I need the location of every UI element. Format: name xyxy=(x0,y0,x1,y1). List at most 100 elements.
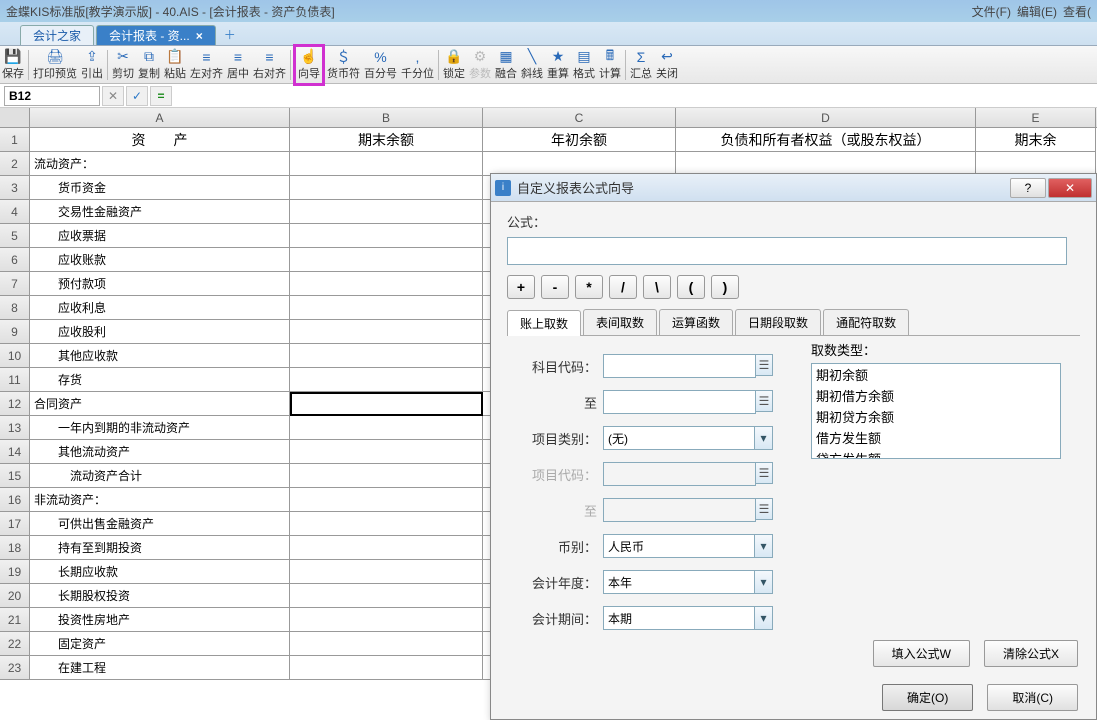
lock-button[interactable]: 🔒锁定 xyxy=(441,47,467,83)
menu-file[interactable]: 文件(F) xyxy=(972,3,1011,20)
cell[interactable]: 预付款项 xyxy=(30,272,290,296)
dialog-tab[interactable]: 表间取数 xyxy=(583,309,657,335)
menu-view[interactable]: 查看( xyxy=(1063,3,1091,20)
row-header[interactable]: 10 xyxy=(0,344,30,368)
operator-button[interactable]: \ xyxy=(643,275,671,299)
calc-button[interactable]: 🖩计算 xyxy=(597,47,623,83)
cell[interactable] xyxy=(290,248,483,272)
cancel-button[interactable]: 取消(C) xyxy=(987,684,1078,711)
cell[interactable] xyxy=(290,632,483,656)
row-header[interactable]: 7 xyxy=(0,272,30,296)
paste-button[interactable]: 📋粘贴 xyxy=(162,47,188,83)
cell[interactable]: 应收利息 xyxy=(30,296,290,320)
cell[interactable]: 其他应收款 xyxy=(30,344,290,368)
cell[interactable] xyxy=(290,176,483,200)
row-header[interactable]: 16 xyxy=(0,488,30,512)
row-header[interactable]: 2 xyxy=(0,152,30,176)
close-button[interactable]: ↩关闭 xyxy=(654,47,680,83)
print-preview-button[interactable]: 🖨打印预览 xyxy=(31,47,79,83)
row-header[interactable]: 4 xyxy=(0,200,30,224)
cell[interactable]: 负债和所有者权益（或股东权益） xyxy=(676,128,976,152)
cell[interactable]: 固定资产 xyxy=(30,632,290,656)
operator-button[interactable]: * xyxy=(575,275,603,299)
currency-combo[interactable]: 人民币▾ xyxy=(603,534,773,558)
cell[interactable] xyxy=(290,560,483,584)
cell[interactable] xyxy=(290,344,483,368)
cell[interactable] xyxy=(290,152,483,176)
cell[interactable]: 一年内到期的非流动资产 xyxy=(30,416,290,440)
dialog-tab[interactable]: 通配符取数 xyxy=(823,309,909,335)
period-combo[interactable]: 本期▾ xyxy=(603,606,773,630)
cell[interactable] xyxy=(290,320,483,344)
cell[interactable]: 年初余额 xyxy=(483,128,676,152)
lookup-icon[interactable]: ☰ xyxy=(755,354,773,376)
row-header[interactable]: 6 xyxy=(0,248,30,272)
row-header[interactable]: 11 xyxy=(0,368,30,392)
row-header[interactable]: 3 xyxy=(0,176,30,200)
cell[interactable]: 应收票据 xyxy=(30,224,290,248)
params-button[interactable]: ⚙参数 xyxy=(467,47,493,83)
operator-button[interactable]: - xyxy=(541,275,569,299)
percent-button[interactable]: %百分号 xyxy=(362,47,399,83)
row-header[interactable]: 23 xyxy=(0,656,30,680)
operator-button[interactable]: ( xyxy=(677,275,705,299)
summary-button[interactable]: Σ汇总 xyxy=(628,47,654,83)
cell[interactable]: 可供出售金融资产 xyxy=(30,512,290,536)
list-item[interactable]: 期初余额 xyxy=(812,364,1060,385)
cell[interactable] xyxy=(290,440,483,464)
operator-button[interactable]: + xyxy=(507,275,535,299)
row-header[interactable]: 9 xyxy=(0,320,30,344)
col-header-c[interactable]: C xyxy=(483,108,676,127)
project-type-combo[interactable]: (无)▾ xyxy=(603,426,773,450)
cell[interactable]: 长期股权投资 xyxy=(30,584,290,608)
cell-reference[interactable]: B12 xyxy=(4,86,100,106)
cell[interactable]: 持有至到期投资 xyxy=(30,536,290,560)
list-item[interactable]: 期初借方余额 xyxy=(812,385,1060,406)
row-header[interactable]: 20 xyxy=(0,584,30,608)
subject-to-input[interactable] xyxy=(603,390,756,414)
cut-button[interactable]: ✂剪切 xyxy=(110,47,136,83)
select-all-corner[interactable] xyxy=(0,108,30,127)
col-header-e[interactable]: E xyxy=(976,108,1096,127)
cell[interactable]: 存货 xyxy=(30,368,290,392)
cell[interactable] xyxy=(290,368,483,392)
cell[interactable] xyxy=(290,296,483,320)
copy-button[interactable]: ⧉复制 xyxy=(136,47,162,83)
fx-confirm-button[interactable]: ✓ xyxy=(126,86,148,106)
list-item[interactable]: 借方发生额 xyxy=(812,427,1060,448)
currency-button[interactable]: ＄货币符 xyxy=(325,47,362,83)
cell[interactable]: 资 产 xyxy=(30,128,290,152)
cell[interactable]: 在建工程 xyxy=(30,656,290,680)
tab-report[interactable]: 会计报表 - 资... × xyxy=(96,25,216,45)
subject-code-input[interactable] xyxy=(603,354,756,378)
row-header[interactable]: 8 xyxy=(0,296,30,320)
recalc-button[interactable]: ★重算 xyxy=(545,47,571,83)
row-header[interactable]: 15 xyxy=(0,464,30,488)
cell[interactable]: 流动资产合计 xyxy=(30,464,290,488)
formula-text-input[interactable] xyxy=(507,237,1067,265)
cell[interactable] xyxy=(290,392,483,416)
formula-input[interactable] xyxy=(174,86,1097,106)
cell[interactable] xyxy=(290,416,483,440)
cell[interactable] xyxy=(290,224,483,248)
fx-cancel-button[interactable]: ✕ xyxy=(102,86,124,106)
dialog-titlebar[interactable]: i 自定义报表公式向导 ? ✕ xyxy=(491,174,1096,202)
row-header[interactable]: 12 xyxy=(0,392,30,416)
row-header[interactable]: 5 xyxy=(0,224,30,248)
cell[interactable] xyxy=(290,272,483,296)
cell[interactable]: 应收股利 xyxy=(30,320,290,344)
row-header[interactable]: 14 xyxy=(0,440,30,464)
dialog-tab[interactable]: 日期段取数 xyxy=(735,309,821,335)
dialog-tab[interactable]: 账上取数 xyxy=(507,310,581,336)
diagonal-button[interactable]: ╲斜线 xyxy=(519,47,545,83)
save-button[interactable]: 💾保存 xyxy=(0,47,26,83)
export-button[interactable]: ⇪引出 xyxy=(79,47,105,83)
ok-button[interactable]: 确定(O) xyxy=(882,684,973,711)
cell[interactable]: 期末余 xyxy=(976,128,1096,152)
cell[interactable]: 货币资金 xyxy=(30,176,290,200)
row-header[interactable]: 19 xyxy=(0,560,30,584)
align-center-button[interactable]: ≡居中 xyxy=(225,47,251,83)
operator-button[interactable]: ) xyxy=(711,275,739,299)
merge-button[interactable]: ▦融合 xyxy=(493,47,519,83)
format-button[interactable]: ▤格式 xyxy=(571,47,597,83)
